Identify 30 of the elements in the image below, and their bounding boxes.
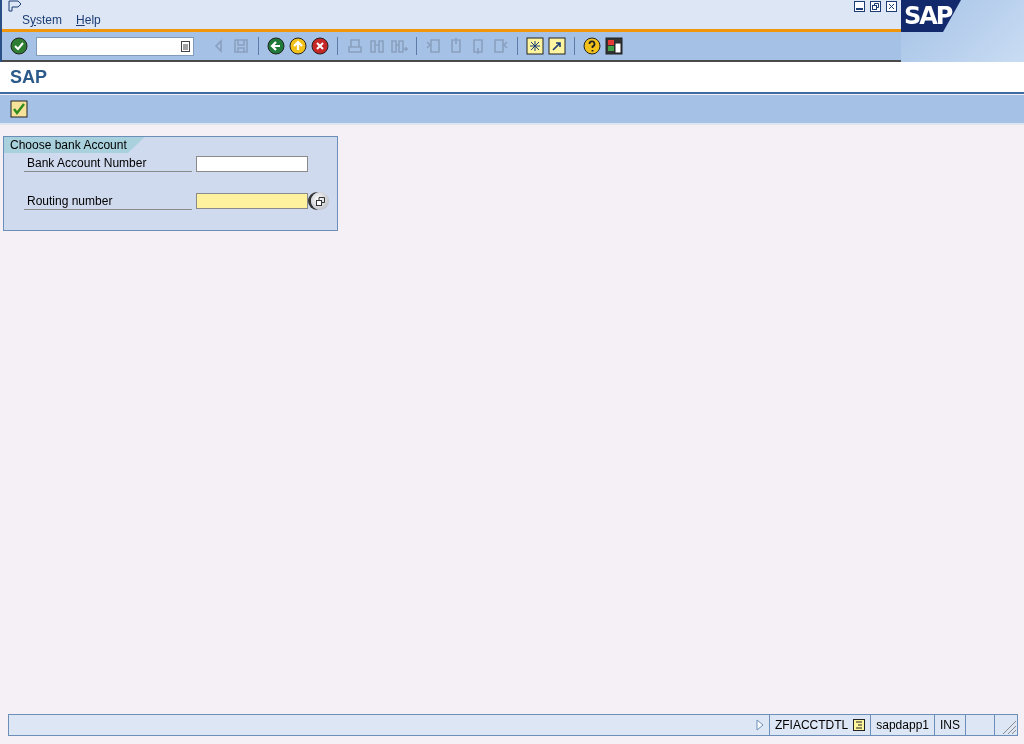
value-help-button[interactable]	[311, 192, 329, 210]
menu-item[interactable]: System	[22, 13, 63, 27]
list-icon[interactable]	[853, 719, 866, 731]
cancel-icon[interactable]	[311, 37, 329, 55]
two-windows-icon	[315, 196, 325, 206]
back-icon[interactable]	[267, 37, 285, 55]
field-label: Bank Account Number	[24, 155, 192, 172]
command-field[interactable]	[36, 36, 194, 56]
shortcut-icon[interactable]	[548, 37, 566, 55]
group-title: Choose bank Account	[4, 137, 145, 153]
close-icon[interactable]	[886, 1, 897, 12]
new-window-icon[interactable]	[526, 37, 544, 55]
exit-icon[interactable]	[289, 37, 307, 55]
help-icon[interactable]	[583, 37, 601, 55]
minimize-icon[interactable]	[854, 1, 865, 12]
enter-icon[interactable]	[10, 37, 28, 55]
input-mode: INS	[940, 718, 960, 732]
field-label: Routing number	[24, 192, 192, 210]
restore-icon[interactable]	[870, 1, 881, 12]
input-field[interactable]	[196, 193, 308, 209]
menu-item[interactable]: Help	[76, 13, 101, 27]
screen-title: SAP	[10, 66, 47, 88]
layout-icon[interactable]	[605, 37, 623, 55]
logo: SAP	[901, 0, 961, 32]
window-menu-icon[interactable]	[8, 0, 22, 12]
triangle-right-icon[interactable]	[755, 719, 764, 731]
server-name: sapdapp1	[876, 718, 929, 732]
execute-icon[interactable]	[10, 100, 28, 118]
input-field[interactable]	[196, 155, 308, 172]
transaction-code: ZFIACCTDTL	[774, 718, 849, 732]
